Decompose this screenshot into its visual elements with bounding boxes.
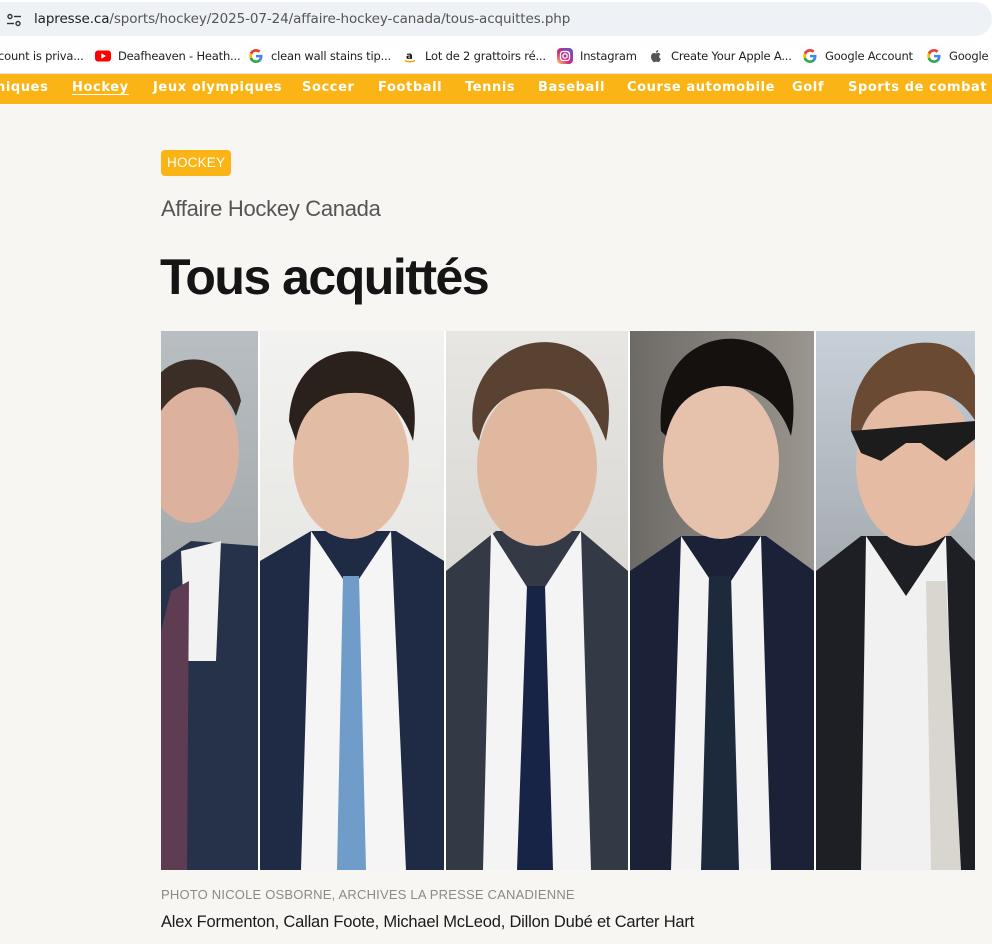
photo-credit: PHOTO NICOLE OSBORNE, ARCHIVES LA PRESSE… (161, 887, 575, 902)
site-settings-icon[interactable] (6, 12, 22, 28)
bookmark-item[interactable]: clean wall stains tip... (248, 48, 391, 64)
nav-item-tennis[interactable]: Tennis (465, 80, 515, 95)
apple-icon (650, 50, 661, 63)
nav-item-sports-de-combat[interactable]: Sports de combat (848, 80, 987, 95)
article-headline: Tous acquittés (160, 249, 490, 305)
lead-photo-image (161, 331, 975, 870)
google-icon (803, 49, 817, 63)
nav-item-olympiques[interactable]: niques (0, 80, 48, 95)
bookmark-label: Deafheaven - Heath... (118, 49, 241, 63)
lead-photo[interactable] (161, 331, 975, 870)
bookmark-item[interactable]: count is priva... (0, 48, 84, 64)
bookmark-label: Instagram (580, 49, 637, 63)
url-host: lapresse.ca (34, 11, 110, 27)
bookmarks-bar: count is priva... Deafheaven - Heath... … (0, 38, 992, 74)
google-icon (927, 49, 941, 63)
bookmark-label: Google A (949, 49, 992, 63)
address-bar: lapresse.ca/sports/hockey/2025-07-24/aff… (0, 0, 992, 38)
photo-caption: Alex Formenton, Callan Foote, Michael Mc… (161, 913, 695, 931)
photo-panel-foote (260, 331, 444, 870)
instagram-icon (557, 48, 573, 64)
nav-item-football[interactable]: Football (378, 80, 442, 95)
photo-panel-mcleod (446, 331, 628, 870)
photo-panel-dube (630, 331, 814, 870)
omnibox[interactable]: lapresse.ca/sports/hockey/2025-07-24/aff… (0, 2, 992, 36)
bookmark-label: Lot de 2 grattoirs ré... (425, 49, 546, 63)
google-icon (249, 49, 263, 63)
bookmark-label: count is priva... (0, 49, 84, 63)
bookmark-label: Create Your Apple A... (671, 49, 792, 63)
nav-item-baseball[interactable]: Baseball (538, 80, 605, 95)
article-kicker[interactable]: Affaire Hockey Canada (161, 196, 381, 222)
photo-panel-formenton (161, 331, 258, 870)
bookmark-item[interactable]: Instagram (557, 48, 637, 64)
bookmark-item[interactable]: Google Account (802, 48, 913, 64)
sports-nav: niques Hockey Jeux olympiques Soccer Foo… (0, 74, 992, 104)
bookmark-item[interactable]: Google A (926, 48, 992, 64)
nav-item-hockey[interactable]: Hockey (72, 80, 129, 95)
url-path: /sports/hockey/2025-07-24/affaire-hockey… (109, 11, 571, 27)
bookmark-item[interactable]: Create Your Apple A... (648, 48, 792, 64)
nav-item-course-automobile[interactable]: Course automobile (627, 80, 775, 95)
nav-item-golf[interactable]: Golf (792, 80, 824, 95)
section-badge[interactable]: HOCKEY (161, 150, 232, 176)
nav-item-jeux-olympiques[interactable]: Jeux olympiques (153, 80, 282, 95)
svg-text:a: a (406, 51, 413, 62)
nav-item-soccer[interactable]: Soccer (302, 80, 355, 95)
bookmark-item[interactable]: a Lot de 2 grattoirs ré... (402, 48, 546, 64)
url-text[interactable]: lapresse.ca/sports/hockey/2025-07-24/aff… (34, 11, 570, 27)
youtube-icon (95, 50, 111, 62)
bookmark-label: Google Account (825, 49, 913, 63)
photo-panel-hart (816, 331, 975, 870)
amazon-icon: a (402, 48, 418, 64)
bookmark-label: clean wall stains tip... (271, 49, 391, 63)
bookmark-item[interactable]: Deafheaven - Heath... (95, 48, 241, 64)
